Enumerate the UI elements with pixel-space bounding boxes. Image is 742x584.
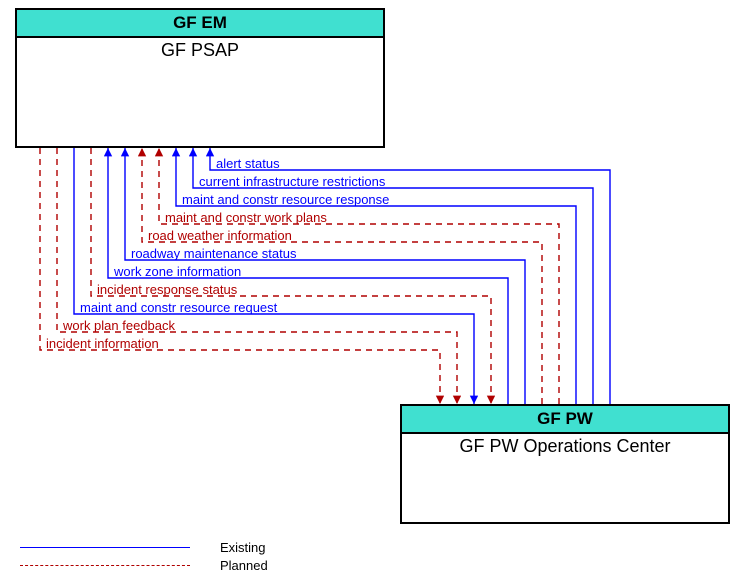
legend-existing: Existing [20,538,268,556]
flow-label: alert status [216,156,280,171]
legend: Existing Planned [20,538,268,574]
flow-label: maint and constr resource request [80,300,277,315]
flow-label: maint and constr resource response [182,192,389,207]
flow-label: incident response status [97,282,237,297]
legend-planned: Planned [20,556,268,574]
flow-label: current infrastructure restrictions [199,174,385,189]
flow-label: road weather information [148,228,292,243]
flow-label: roadway maintenance status [131,246,296,261]
diagram-canvas: GF EM GF PSAP GF PW GF PW Operations Cen… [0,0,742,584]
flow-label: maint and constr work plans [165,210,327,225]
legend-existing-label: Existing [220,540,266,555]
flow-label: work plan feedback [63,318,175,333]
legend-planned-label: Planned [220,558,268,573]
flow-label: work zone information [114,264,241,279]
legend-line-existing [20,547,190,548]
legend-line-planned [20,565,190,566]
flow-label: incident information [46,336,159,351]
